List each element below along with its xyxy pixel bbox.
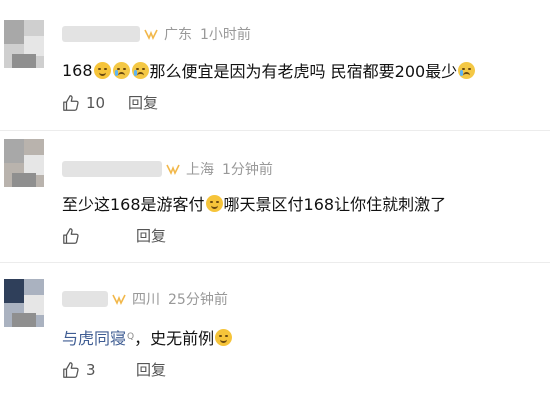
- comment-text-part: 哪天景区付168让你住就刺激了: [223, 195, 447, 214]
- reply-button[interactable]: 回复: [136, 359, 166, 380]
- comment-location: 广东: [164, 27, 192, 43]
- comment-actions: 10 回复: [62, 92, 158, 113]
- grin-emoji-icon: [93, 61, 111, 79]
- reply-button[interactable]: 回复: [136, 225, 166, 246]
- comment-actions: 3 回复: [62, 359, 166, 380]
- comment-text-part: 那么便宜是因为有老虎吗 民宿都要200最少: [149, 62, 458, 81]
- cry-emoji-icon: [131, 61, 149, 79]
- comment-text: 168 那么便宜是因为有老虎吗 民宿都要200最少: [62, 58, 476, 82]
- comment-text: 与虎同寝 Q ，史无前例: [62, 325, 233, 349]
- cry-emoji-icon: [112, 61, 130, 79]
- comment-time: 25分钟前: [168, 292, 228, 308]
- thumbs-up-icon: [63, 94, 79, 111]
- comment-time: 1小时前: [200, 27, 251, 43]
- comment-text-part: 168: [62, 60, 93, 80]
- topic-link[interactable]: 与虎同寝: [62, 325, 126, 349]
- avatar[interactable]: [4, 139, 44, 187]
- like-button[interactable]: 3: [62, 361, 106, 379]
- thumbs-up-icon: [63, 227, 79, 244]
- cry-emoji-icon: [458, 61, 476, 79]
- like-button[interactable]: 10: [62, 94, 106, 112]
- comment-header: 四川 25分钟前: [62, 287, 228, 311]
- like-button[interactable]: [62, 227, 106, 245]
- comment-time: 1分钟前: [222, 162, 273, 178]
- vip-badge-icon: [112, 294, 126, 305]
- comment-text-part: ，史无前例: [134, 329, 215, 348]
- comment-item: 上海 1分钟前 至少这168是游客付 哪天景区付168让你住就刺激了 回复: [0, 130, 550, 263]
- vip-badge-icon: [144, 29, 158, 40]
- laugh-emoji-icon: [215, 328, 233, 346]
- avatar[interactable]: [4, 279, 44, 327]
- avatar[interactable]: [4, 20, 44, 68]
- thumbs-up-icon: [63, 361, 79, 378]
- reply-button[interactable]: 回复: [128, 92, 158, 113]
- comment-header: 上海 1分钟前: [62, 157, 273, 181]
- username-blurred[interactable]: [62, 291, 108, 307]
- vip-badge-icon: [166, 164, 180, 175]
- username-blurred[interactable]: [62, 161, 162, 177]
- comment-header: 广东 1小时前: [62, 22, 251, 46]
- username-blurred[interactable]: [62, 26, 140, 42]
- comment-item: 广东 1小时前 168 那么便宜是因为有老虎吗 民宿都要200最少 10 回复: [0, 0, 550, 130]
- cat-emoji-icon: [205, 194, 223, 212]
- comment-location: 上海: [186, 162, 214, 178]
- comment-actions: 回复: [62, 225, 166, 246]
- like-count: 10: [86, 93, 106, 112]
- comment-item: 四川 25分钟前 与虎同寝 Q ，史无前例 3 回复: [0, 262, 550, 401]
- link-badge: Q: [127, 332, 135, 342]
- like-count: 3: [86, 360, 96, 379]
- comment-location: 四川: [132, 292, 160, 308]
- comment-text: 至少这168是游客付 哪天景区付168让你住就刺激了: [62, 191, 446, 215]
- comment-text-part: 至少这168是游客付: [62, 195, 205, 214]
